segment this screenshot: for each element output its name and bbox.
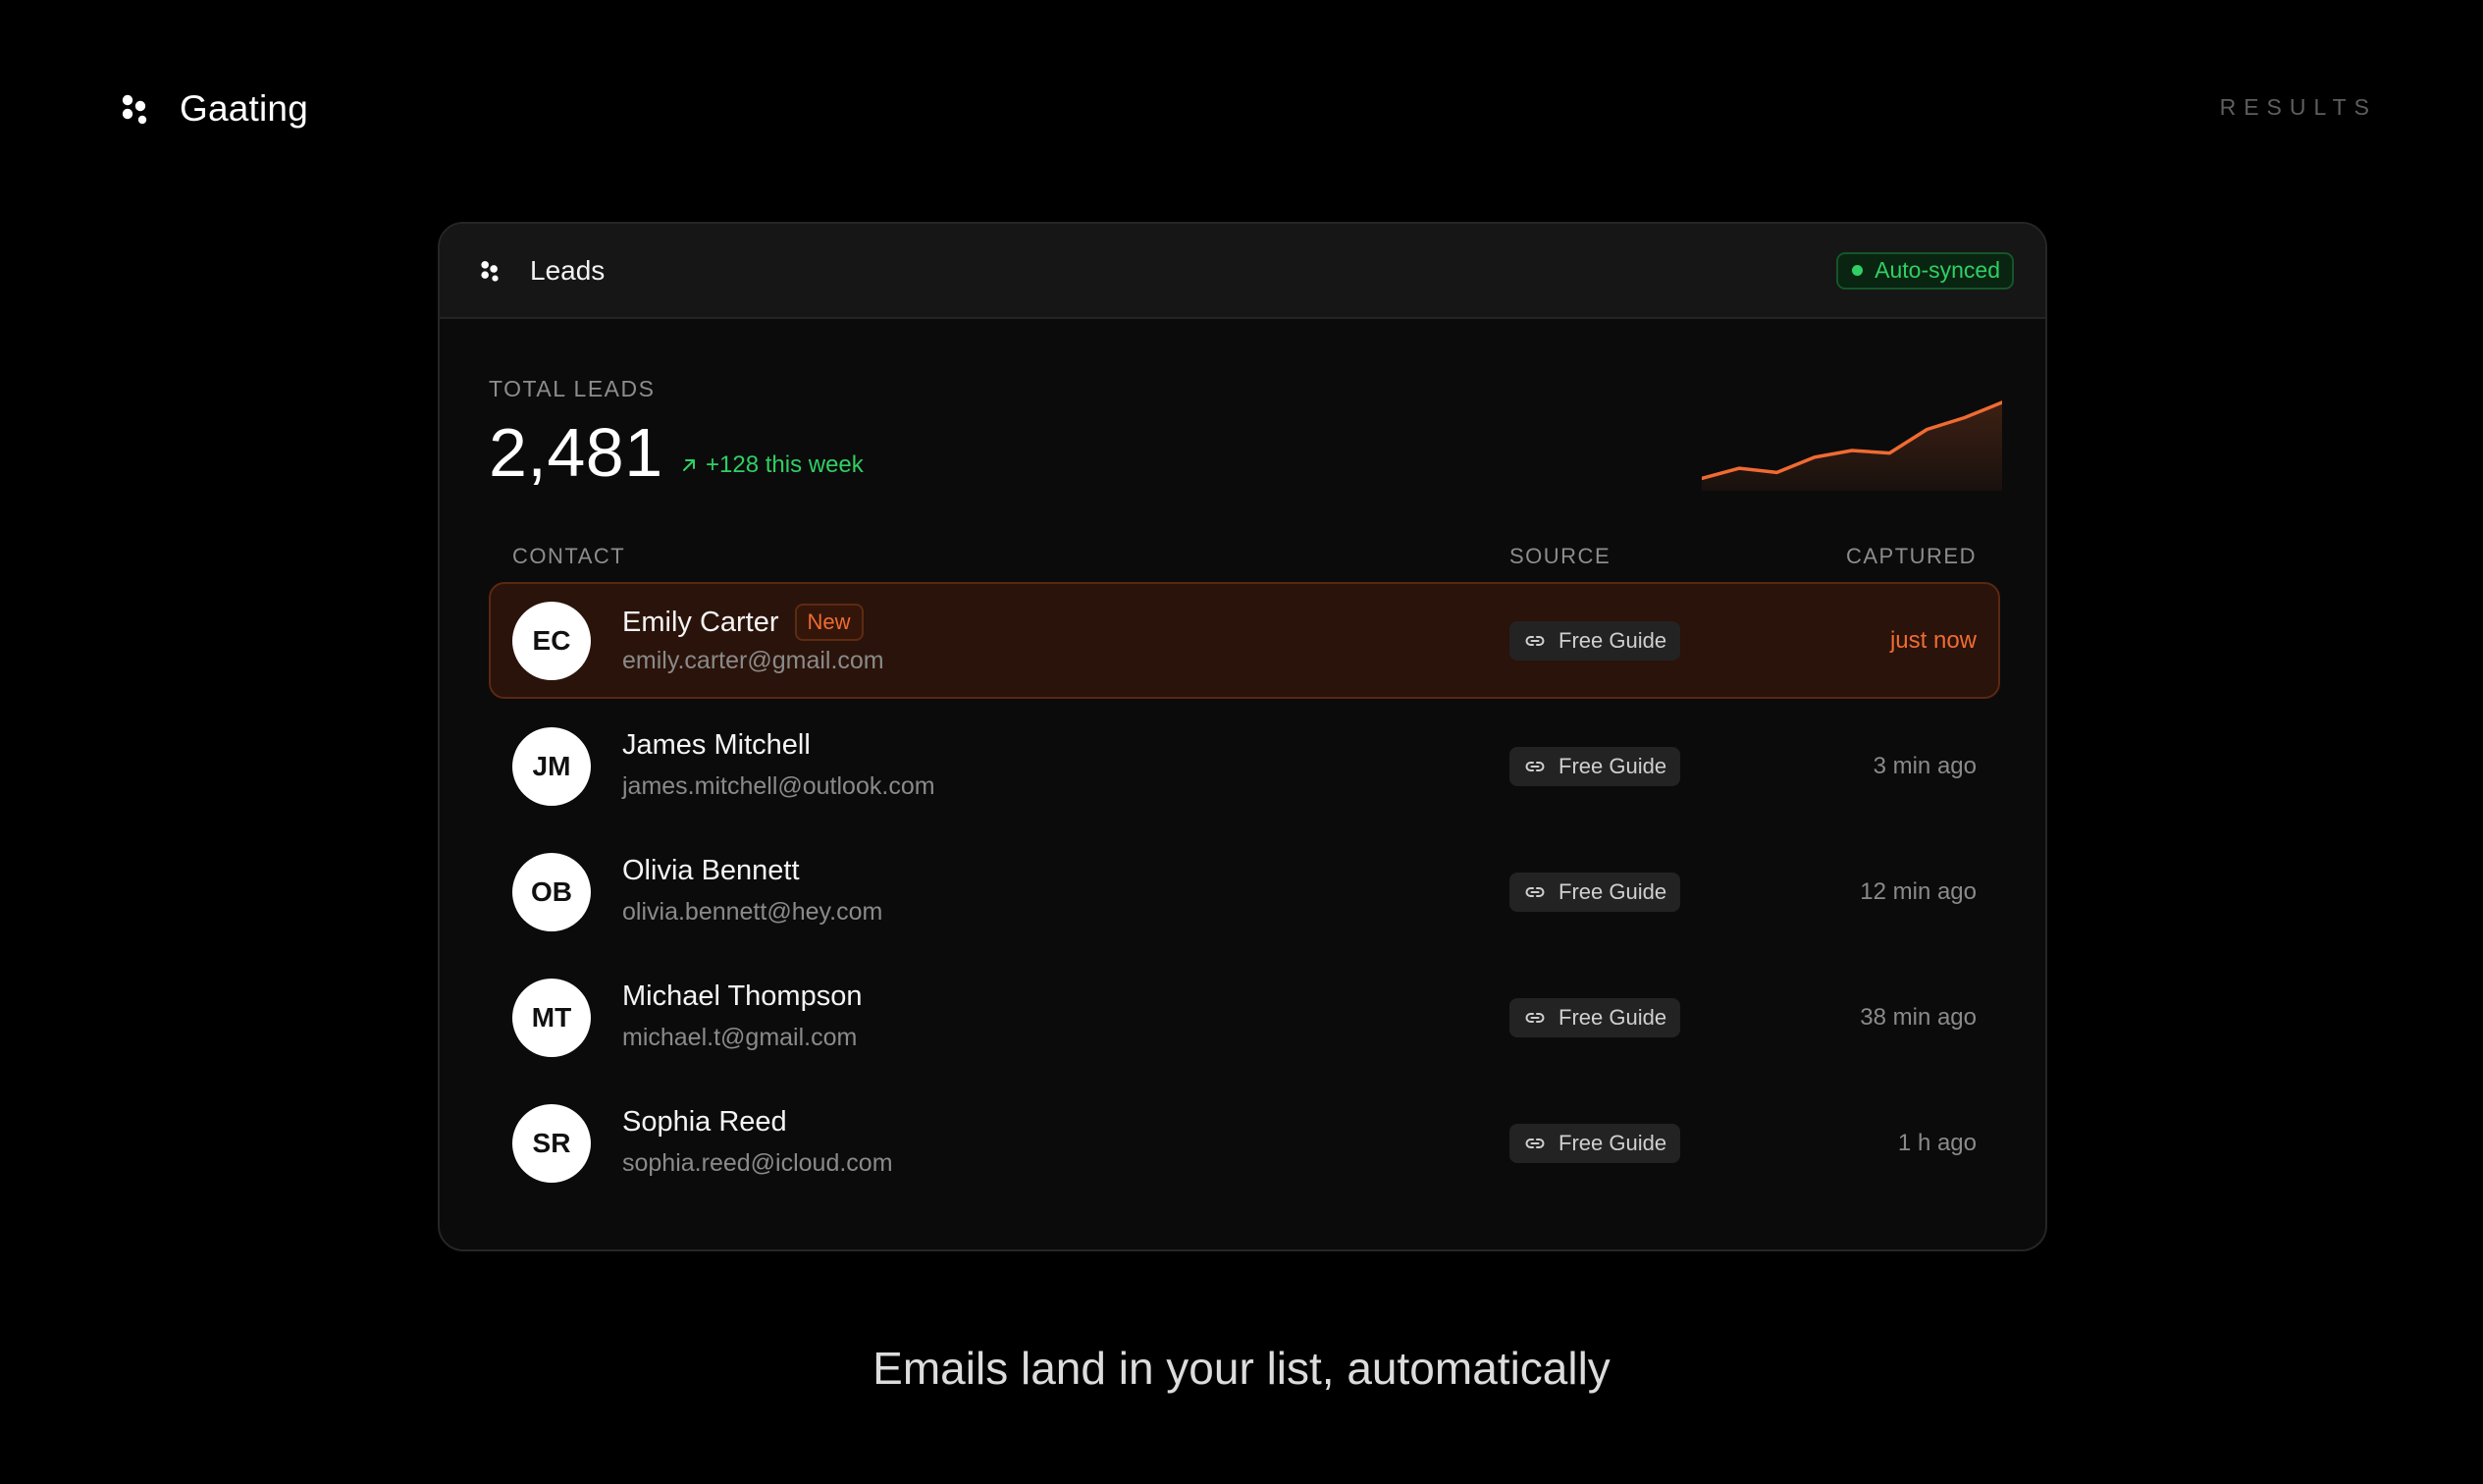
contact-name: James Mitchell <box>622 729 811 761</box>
contact-email: emily.carter@gmail.com <box>622 647 884 674</box>
lead-row[interactable]: MT Michael Thompson michael.t@gmail.com … <box>489 959 2000 1076</box>
weekly-delta: +128 this week <box>680 451 864 479</box>
avatar: EC <box>512 602 591 680</box>
contact-email: olivia.bennett@hey.com <box>622 898 883 926</box>
link-icon <box>1525 636 1545 646</box>
auto-synced-label: Auto-synced <box>1875 257 2000 283</box>
source-label: Free Guide <box>1558 879 1667 904</box>
new-badge: New <box>794 604 864 641</box>
brand-name: Gaating <box>180 88 308 129</box>
leads-table: EC Emily Carter New emily.carter@gmail.c… <box>489 582 2000 1210</box>
name-line: Emily Carter New <box>622 604 864 641</box>
avatar: MT <box>512 979 591 1057</box>
source-label: Free Guide <box>1558 1131 1667 1155</box>
avatar: SR <box>512 1104 591 1183</box>
avatar-initials: OB <box>531 876 572 907</box>
card-title: Leads <box>530 254 606 286</box>
link-icon <box>1525 887 1545 897</box>
brand-dots-icon <box>122 94 147 125</box>
contact-email: michael.t@gmail.com <box>622 1024 858 1051</box>
contact-name: Michael Thompson <box>622 980 863 1012</box>
name-line: Michael Thompson <box>622 980 862 1013</box>
link-icon <box>1525 1139 1545 1148</box>
avatar: OB <box>512 853 591 931</box>
name-line: Olivia Bennett <box>622 855 800 887</box>
captured-time: 3 min ago <box>1873 753 1977 779</box>
name-line: Sophia Reed <box>622 1106 787 1139</box>
lead-row[interactable]: JM James Mitchell james.mitchell@outlook… <box>489 708 2000 824</box>
link-icon <box>1525 762 1545 771</box>
contact-name: Sophia Reed <box>622 1106 787 1138</box>
lead-row[interactable]: OB Olivia Bennett olivia.bennett@hey.com… <box>489 833 2000 950</box>
captured-time: just now <box>1889 627 1977 654</box>
captured-time: 12 min ago <box>1860 878 1977 905</box>
status-dot-icon <box>1852 265 1864 276</box>
link-icon <box>1525 1013 1545 1023</box>
column-source: SOURCE <box>1509 544 1611 568</box>
source-tag[interactable]: Free Guide <box>1509 998 1681 1037</box>
total-leads-value: 2,481 <box>489 414 663 491</box>
weekly-delta-text: +128 this week <box>706 451 864 478</box>
card-header: Leads Auto-synced <box>440 224 2045 319</box>
sparkline-area <box>1702 402 2002 491</box>
total-leads-label: TOTAL LEADS <box>489 376 656 401</box>
leads-card: Leads Auto-synced TOTAL LEADS 2,481 +128… <box>438 222 2047 1251</box>
captured-time: 1 h ago <box>1897 1130 1977 1156</box>
contact-name: Olivia Bennett <box>622 855 800 886</box>
source-tag[interactable]: Free Guide <box>1509 1124 1681 1163</box>
leads-dots-icon <box>481 260 499 282</box>
arrow-up-right-icon <box>683 459 695 471</box>
avatar-initials: EC <box>532 625 571 656</box>
name-line: James Mitchell <box>622 729 811 762</box>
column-contact: CONTACT <box>512 544 626 568</box>
source-tag[interactable]: Free Guide <box>1509 873 1681 912</box>
column-captured: CAPTURED <box>1845 544 1977 568</box>
results-nav-label: RESULTS <box>2219 94 2377 120</box>
lead-row[interactable]: EC Emily Carter New emily.carter@gmail.c… <box>489 582 2000 699</box>
contact-name: Emily Carter <box>622 606 779 638</box>
avatar-initials: MT <box>531 1002 572 1033</box>
avatar-initials: JM <box>532 751 571 781</box>
source-tag[interactable]: Free Guide <box>1509 621 1681 661</box>
source-label: Free Guide <box>1558 754 1667 778</box>
auto-synced-badge: Auto-synced <box>1836 251 2014 290</box>
avatar-initials: SR <box>532 1128 571 1158</box>
contact-email: james.mitchell@outlook.com <box>622 772 935 800</box>
source-label: Free Guide <box>1558 1005 1667 1030</box>
caption: Emails land in your list, automatically <box>872 1343 1611 1394</box>
avatar: JM <box>512 727 591 806</box>
source-tag[interactable]: Free Guide <box>1509 747 1681 786</box>
captured-time: 38 min ago <box>1860 1004 1977 1031</box>
lead-row[interactable]: SR Sophia Reed sophia.reed@icloud.com Fr… <box>489 1085 2000 1201</box>
brand[interactable]: Gaating <box>119 86 308 132</box>
contact-email: sophia.reed@icloud.com <box>622 1149 893 1177</box>
table-header: CONTACT SOURCE CAPTURED <box>489 536 2000 575</box>
leads-sparkline <box>1702 400 2002 491</box>
stats-block: TOTAL LEADS 2,481 <box>489 376 662 491</box>
source-label: Free Guide <box>1558 628 1667 653</box>
